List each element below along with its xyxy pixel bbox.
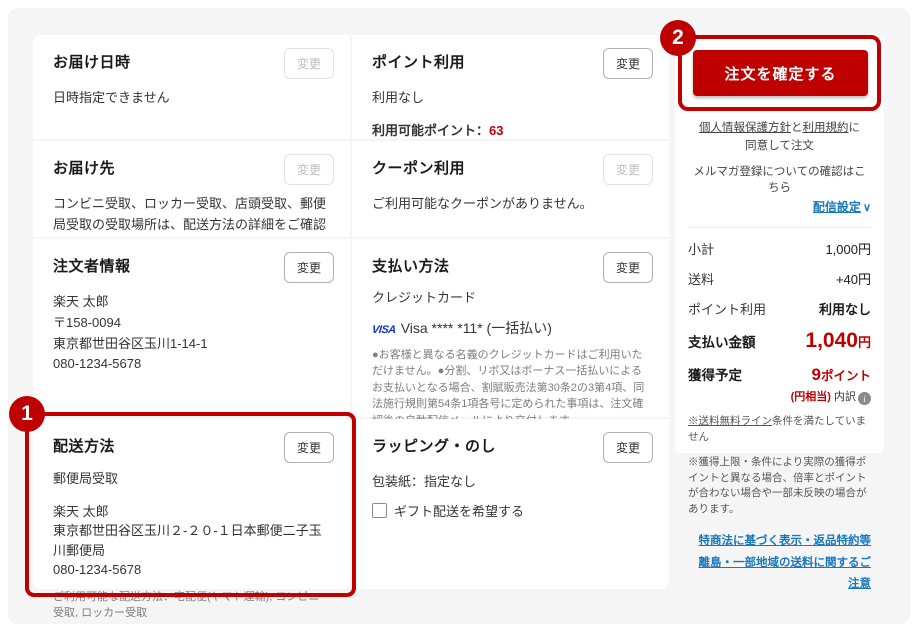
pickup-phone: 080-1234-5678 — [53, 560, 330, 580]
card-orderer-info: 注文者情報 変更 楽天 太郎 〒158-0094 東京都世田谷区玉川1-14-1… — [33, 239, 350, 417]
coupon-status: ご利用可能なクーポンがありません。 — [372, 194, 649, 215]
subtotal-row: 小計 1,000円 — [688, 239, 871, 258]
confirm-button-area: 2 注文を確定する — [677, 35, 882, 111]
total-row: 支払い金額 1,040円 — [688, 329, 871, 353]
pickup-name: 楽天 太郎 — [53, 502, 330, 522]
mailmagazine-note: メルマガ登録についての確認はこちら — [688, 163, 871, 195]
pickup-details: 楽天 太郎 東京都世田谷区玉川２-２０-１日本郵便二子玉川郵便局 080-123… — [53, 502, 330, 580]
agreement-line2: 同意して注文 — [745, 140, 814, 152]
terms-link[interactable]: 利用規約 — [803, 122, 849, 134]
payment-fine-print: ●お客様と異なる名義のクレジットカードはご利用いただけません。●分割、リボ又はボ… — [372, 347, 649, 430]
privacy-policy-link[interactable]: 個人情報保護方針 — [699, 122, 791, 134]
orderer-name: 楽天 太郎 — [53, 292, 330, 313]
orderer-address: 東京都世田谷区玉川1-14-1 — [53, 334, 330, 355]
points-used-value: 利用なし — [819, 299, 871, 318]
commerce-law-link[interactable]: 特商法に基づく表示・返品特約等 — [688, 531, 871, 553]
earn-points-row: 獲得予定 9ポイント — [688, 364, 871, 385]
card-delivery-address: お届け先 変更 コンビニ受取、ロッカー受取、店頭受取、郵便局受取の受取場所は、配… — [33, 141, 350, 237]
card-info-line: VISA Visa **** *11* (一括払い) — [372, 318, 649, 338]
change-coupon-button: 変更 — [603, 154, 653, 185]
yen-equivalent-label: (円相当) — [791, 391, 831, 403]
free-shipping-line-link[interactable]: ※送料無料ライン — [688, 415, 772, 427]
step-1-badge: 1 — [9, 396, 45, 432]
total-value: 1,040円 — [805, 329, 871, 353]
earn-points-subrow: (円相当) 内訳i — [688, 388, 871, 406]
card-payment-method: 支払い方法 変更 クレジットカード VISAVisa **** *11* (一括… — [352, 239, 669, 417]
points-used-row: ポイント利用 利用なし — [688, 299, 871, 318]
total-label: 支払い金額 — [688, 331, 756, 351]
card-coupon: クーポン利用 変更 ご利用可能なクーポンがありません。 — [352, 141, 669, 237]
summary-divider — [688, 227, 871, 228]
total-amount: 1,040 — [805, 329, 858, 352]
remote-islands-shipping-link[interactable]: 離島・一部地域の送料に関するご注意 — [688, 553, 871, 597]
shipping-options-note: ご利用可能な配送方法：宅配便(ヤマト運輸), コンビニ受取, ロッカー受取 — [53, 589, 330, 622]
orderer-postal: 〒158-0094 — [53, 313, 330, 334]
shipping-fee-value: +40円 — [836, 269, 871, 288]
orderer-details: 楽天 太郎 〒158-0094 東京都世田谷区玉川1-14-1 080-1234… — [53, 292, 330, 375]
points-used-label: ポイント利用 — [688, 299, 766, 318]
delivery-datetime-note: 日時指定できません — [53, 88, 330, 109]
shipping-fee-label: 送料 — [688, 269, 714, 288]
change-orderer-button[interactable]: 変更 — [284, 252, 334, 283]
shipping-fee-row: 送料 +40円 — [688, 269, 871, 288]
earn-points-number: 9 — [812, 365, 821, 384]
gift-checkbox[interactable] — [372, 503, 387, 518]
card-number-masked: Visa **** *11* (一括払い) — [401, 320, 552, 336]
gift-checkbox-label: ギフト配送を希望する — [394, 501, 524, 520]
chevron-down-icon[interactable]: ∨ — [863, 201, 871, 214]
change-point-usage-button[interactable]: 変更 — [603, 48, 653, 79]
change-wrapping-button[interactable]: 変更 — [603, 432, 653, 463]
subtotal-value: 1,000円 — [825, 239, 871, 258]
available-points-label: 利用可能ポイント： — [372, 123, 489, 138]
change-shipping-method-button[interactable]: 変更 — [284, 432, 334, 463]
agreement-suffix: に — [849, 122, 861, 134]
agreement-text: 個人情報保護方針と利用規約に同意して注文 — [688, 119, 871, 156]
step-2-badge: 2 — [660, 20, 696, 56]
order-summary-panel: 2 注文を確定する 個人情報保護方針と利用規約に同意して注文 メルマガ登録につい… — [675, 35, 884, 453]
orderer-phone: 080-1234-5678 — [53, 354, 330, 375]
card-delivery-datetime: お届け日時 変更 日時指定できません — [33, 35, 350, 139]
card-shipping-method: 1 配送方法 変更 郵便局受取 楽天 太郎 東京都世田谷区玉川２-２０-１日本郵… — [33, 419, 350, 589]
earn-points-label: 獲得予定 — [688, 364, 742, 384]
info-icon[interactable]: i — [858, 392, 871, 405]
total-unit: 円 — [858, 335, 871, 350]
change-payment-button[interactable]: 変更 — [603, 252, 653, 283]
free-shipping-note: ※送料無料ライン条件を満たしていません — [688, 414, 871, 446]
breakdown-label: 内訳 — [834, 391, 856, 403]
earn-points-unit: ポイント — [821, 369, 871, 383]
confirm-order-button[interactable]: 注文を確定する — [693, 50, 868, 96]
delivery-setting-link[interactable]: 配信設定 — [813, 200, 861, 214]
card-wrapping: ラッピング・のし 変更 包装紙：指定なし ギフト配送を希望する — [352, 419, 669, 589]
pickup-address: 東京都世田谷区玉川２-２０-１日本郵便二子玉川郵便局 — [53, 521, 330, 560]
change-delivery-address-button: 変更 — [284, 154, 334, 185]
available-points-value: 63 — [489, 123, 503, 138]
payment-method: クレジットカード — [372, 288, 649, 309]
points-disclaimer-note: ※獲得上限・条件により実際の獲得ポイントと異なる場合、倍率とポイントが合わない場… — [688, 455, 871, 518]
policy-links: 特商法に基づく表示・返品特約等 離島・一部地域の送料に関するご注意 — [688, 531, 871, 597]
change-delivery-datetime-button: 変更 — [284, 48, 334, 79]
available-points: 利用可能ポイント：63 — [372, 121, 649, 142]
shipping-method-type: 郵便局受取 — [53, 469, 330, 490]
card-point-usage: ポイント利用 変更 利用なし 利用可能ポイント：63 — [352, 35, 669, 139]
earn-points-value: 9ポイント — [812, 365, 871, 385]
agreement-mid: と — [791, 122, 803, 134]
order-detail-cards: お届け日時 変更 日時指定できません ポイント利用 変更 利用なし 利用可能ポイ… — [33, 35, 669, 589]
subtotal-label: 小計 — [688, 239, 714, 258]
visa-icon: VISA — [371, 324, 396, 336]
wrapping-paper-status: 包装紙：指定なし — [372, 472, 649, 493]
gift-option-row: ギフト配送を希望する — [372, 501, 649, 520]
delivery-setting-row: 配信設定∨ — [688, 198, 871, 215]
point-usage-status: 利用なし — [372, 88, 649, 109]
